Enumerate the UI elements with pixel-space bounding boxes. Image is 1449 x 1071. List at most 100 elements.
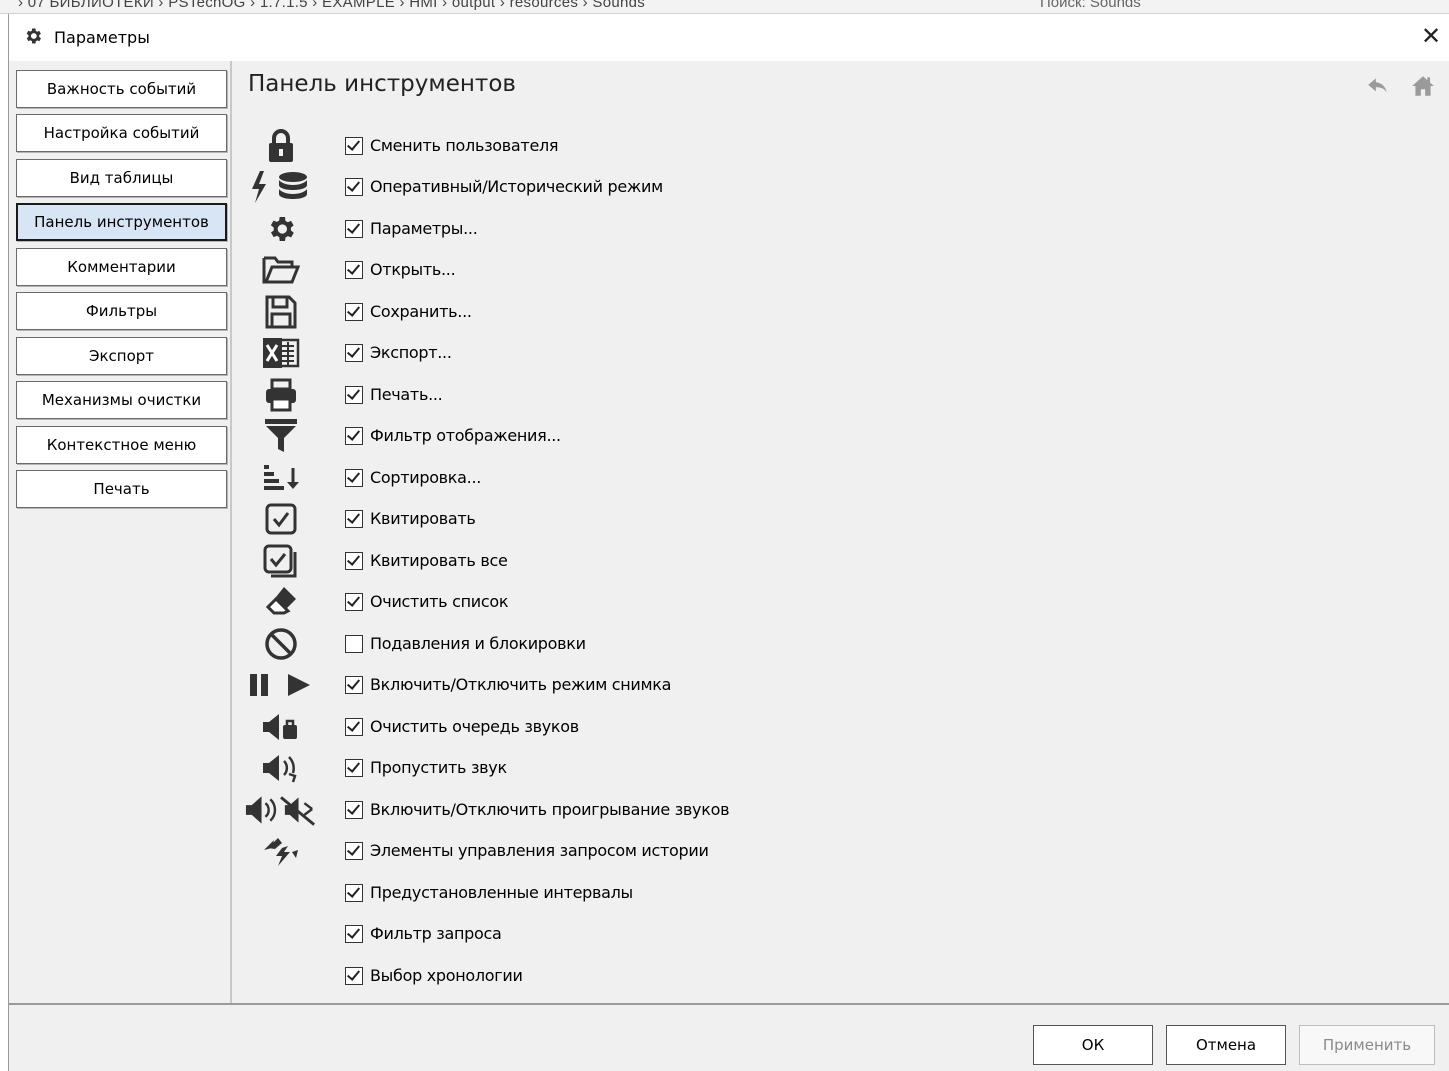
option-label: Фильтр отображения... [370, 426, 561, 445]
sidebar-item-context-menu[interactable]: Контекстное меню [16, 426, 227, 464]
option-label: Элементы управления запросом истории [370, 841, 709, 860]
floppy-disk-icon [244, 294, 318, 330]
folder-open-icon [244, 252, 318, 288]
checkbox[interactable] [345, 676, 363, 694]
speaker-clear-icon [244, 709, 318, 745]
option-row: Экспорт... [234, 333, 1034, 373]
checkbox[interactable] [345, 593, 363, 611]
checkbox[interactable] [345, 718, 363, 736]
home-icon[interactable] [1410, 73, 1436, 99]
option-label: Сортировка... [370, 468, 482, 487]
option-row: Пропустить звук [234, 748, 1034, 788]
sidebar-item-event-importance[interactable]: Важность событий [16, 70, 227, 108]
lock-icon [244, 128, 318, 164]
option-label: Включить/Отключить режим снимка [370, 675, 672, 694]
checkbox[interactable] [345, 178, 363, 196]
checkbox[interactable] [345, 220, 363, 238]
sidebar-item-toolbar[interactable]: Панель инструментов [16, 203, 227, 241]
eraser-icon [244, 584, 318, 620]
checkbox[interactable] [345, 759, 363, 777]
prohibited-icon [244, 626, 318, 662]
option-label: Параметры... [370, 219, 478, 238]
option-label: Выбор хронологии [370, 966, 523, 985]
option-row: Очистить список [234, 582, 1034, 622]
gear-icon [244, 211, 318, 247]
checkbox[interactable] [345, 261, 363, 279]
checkbox[interactable] [345, 386, 363, 404]
sort-icon [244, 460, 318, 496]
option-label: Печать... [370, 385, 443, 404]
checkbox[interactable] [345, 427, 363, 445]
content-panel: Панель инструментов Сменить пользователя… [234, 61, 1449, 1003]
sidebar-item-comments[interactable]: Комментарии [16, 248, 227, 286]
option-row: Параметры... [234, 209, 1034, 249]
option-label: Очистить список [370, 592, 509, 611]
checkbox[interactable] [345, 469, 363, 487]
sidebar-item-filters[interactable]: Фильтры [16, 292, 227, 330]
printer-icon [244, 377, 318, 413]
option-label: Включить/Отключить проигрывание звуков [370, 800, 730, 819]
page-title: Панель инструментов [248, 71, 516, 97]
ok-button[interactable]: ОК [1033, 1025, 1153, 1065]
acknowledge-icon [244, 501, 318, 537]
option-row: Оперативный/Исторический режим [234, 167, 1034, 207]
funnel-icon [244, 418, 318, 454]
option-row: Фильтр отображения... [234, 416, 1034, 456]
checkbox[interactable] [345, 635, 363, 653]
option-row: Включить/Отключить проигрывание звуков [234, 790, 1034, 830]
checkbox[interactable] [345, 303, 363, 321]
lightning-database-icon [244, 169, 318, 205]
sidebar-item-export[interactable]: Экспорт [16, 337, 227, 375]
cancel-button[interactable]: Отмена [1166, 1025, 1286, 1065]
sidebar-item-print[interactable]: Печать [16, 470, 227, 508]
option-label: Пропустить звук [370, 758, 507, 777]
checkbox[interactable] [345, 801, 363, 819]
option-label: Подавления и блокировки [370, 634, 586, 653]
checkbox[interactable] [345, 137, 363, 155]
option-row: Предустановленные интервалы [234, 873, 1034, 913]
option-row: Включить/Отключить режим снимка [234, 665, 1034, 705]
checkbox[interactable] [345, 552, 363, 570]
checkbox[interactable] [345, 344, 363, 362]
option-row: Элементы управления запросом истории [234, 831, 1034, 871]
option-label: Сохранить... [370, 302, 472, 321]
gear-icon [26, 28, 41, 44]
option-label: Экспорт... [370, 343, 452, 362]
acknowledge-all-icon [244, 543, 318, 579]
close-button[interactable]: ✕ [1416, 22, 1446, 52]
sidebar-item-event-settings[interactable]: Настройка событий [16, 114, 227, 152]
background-window-strip: › 07 БИБЛИОТЕКИ › PSTechOG › 1.7.1.5 › E… [0, 0, 1449, 14]
apply-button[interactable]: Применить [1299, 1025, 1435, 1065]
option-row: Очистить очередь звуков [234, 707, 1034, 747]
option-label: Фильтр запроса [370, 924, 502, 943]
option-label: Квитировать все [370, 551, 508, 570]
background-search-field: Поиск: Sounds [1040, 0, 1141, 11]
title-bar: Параметры ✕ [9, 14, 1449, 61]
option-row: Печать... [234, 375, 1034, 415]
checkbox[interactable] [345, 967, 363, 985]
checkbox[interactable] [345, 510, 363, 528]
checkbox[interactable] [345, 842, 363, 860]
background-breadcrumbs: › 07 БИБЛИОТЕКИ › PSTechOG › 1.7.1.5 › E… [18, 0, 646, 11]
option-row: Сменить пользователя [234, 126, 1034, 166]
option-row: Выбор хронологии [234, 956, 1034, 996]
option-row: Открыть... [234, 250, 1034, 290]
checkbox[interactable] [345, 925, 363, 943]
checkbox[interactable] [345, 884, 363, 902]
option-label: Сменить пользователя [370, 136, 559, 155]
settings-dialog: Параметры ✕ Важность событий Настройка с… [8, 14, 1449, 1071]
option-label: Предустановленные интервалы [370, 883, 633, 902]
speaker-skip-icon [244, 750, 318, 786]
option-label: Квитировать [370, 509, 476, 528]
option-row: Фильтр запроса [234, 914, 1034, 954]
option-row: Квитировать [234, 499, 1034, 539]
sidebar-item-cleanup[interactable]: Механизмы очистки [16, 381, 227, 419]
back-arrow-icon[interactable] [1365, 73, 1391, 99]
option-row: Сортировка... [234, 458, 1034, 498]
sidebar: Важность событий Настройка событий Вид т… [9, 61, 232, 1003]
sidebar-item-table-view[interactable]: Вид таблицы [16, 159, 227, 197]
sound-toggle-icon [244, 792, 318, 828]
option-row: Подавления и блокировки [234, 624, 1034, 664]
history-query-icon [244, 833, 318, 869]
option-label: Очистить очередь звуков [370, 717, 579, 736]
